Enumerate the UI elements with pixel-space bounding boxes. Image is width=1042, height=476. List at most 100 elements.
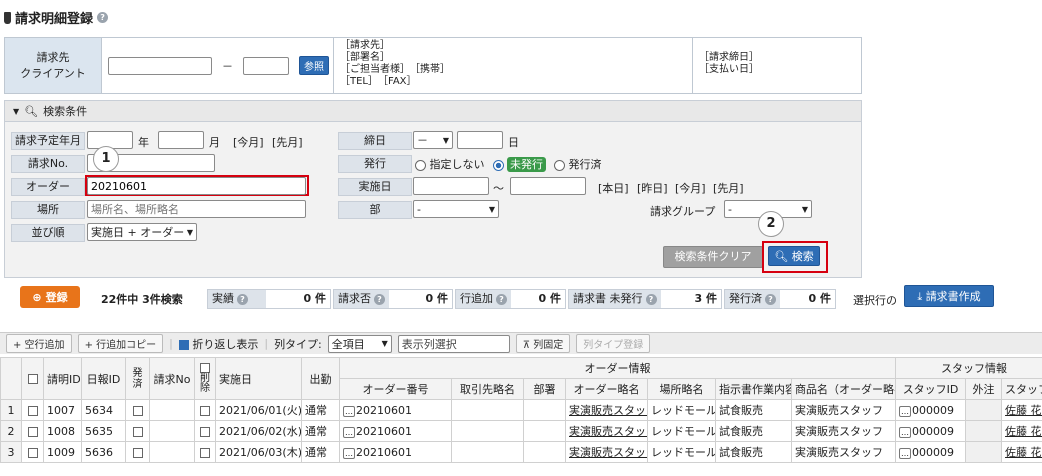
row-select-cell[interactable] bbox=[21, 399, 44, 421]
header-daily-id[interactable]: 日報ID bbox=[81, 357, 126, 400]
collapse-caret-icon[interactable]: ▼ bbox=[13, 107, 19, 116]
cell-daily-id[interactable]: 5634 bbox=[81, 399, 126, 421]
last-month-link[interactable]: [先月] bbox=[272, 134, 303, 150]
cell-outsourced[interactable] bbox=[965, 441, 1003, 463]
cell-attendance[interactable]: 通常 bbox=[301, 441, 340, 463]
cell-product[interactable]: 実演販売スタッフ bbox=[790, 399, 897, 421]
cell-impl-date[interactable]: 2021/06/03(木) bbox=[215, 441, 302, 463]
cell-impl-date[interactable]: 2021/06/01(火) bbox=[215, 399, 302, 421]
header-staff-name[interactable]: スタッフ名 bbox=[1001, 378, 1042, 400]
cell-outsourced[interactable] bbox=[965, 420, 1003, 442]
cell-instruction[interactable]: 試食販売 bbox=[715, 399, 792, 421]
cell-dept[interactable] bbox=[523, 399, 566, 421]
header-impl-date[interactable]: 実施日 bbox=[215, 357, 302, 400]
cell-client-short[interactable] bbox=[451, 399, 524, 421]
billing-month-input[interactable] bbox=[158, 131, 204, 149]
issue-option-unspecified[interactable]: 指定しない bbox=[415, 156, 485, 172]
cell-order-short[interactable]: 実演販売スタッフ bbox=[565, 441, 648, 463]
today-link[interactable]: [本日] bbox=[598, 180, 629, 196]
cell-attendance[interactable]: 通常 bbox=[301, 420, 340, 442]
place-input[interactable] bbox=[87, 200, 306, 218]
cell-order-no[interactable]: … 20210601 bbox=[339, 420, 452, 442]
cell-place-short[interactable]: レッドモール bbox=[647, 399, 716, 421]
cell-invoice-id[interactable]: 1009 bbox=[43, 441, 82, 463]
register-button[interactable]: ⊕ 登録 bbox=[20, 286, 80, 308]
impl-last-month-link[interactable]: [先月] bbox=[713, 180, 744, 196]
fix-column-button[interactable]: ⊼ 列固定 bbox=[515, 334, 571, 353]
header-client-short[interactable]: 取引先略名 bbox=[451, 378, 524, 400]
lookup-icon[interactable]: … bbox=[343, 426, 355, 438]
cell-staff-id[interactable]: … 000009 bbox=[895, 420, 967, 442]
cell-impl-date[interactable]: 2021/06/02(水) bbox=[215, 420, 302, 442]
help-icon[interactable]: ? bbox=[374, 293, 385, 305]
header-invoice-id[interactable]: 請明ID bbox=[43, 357, 82, 400]
select-all-header[interactable] bbox=[21, 357, 44, 400]
cell-daily-id[interactable]: 5636 bbox=[81, 441, 126, 463]
cell-staff-name[interactable]: 佐藤 花子 bbox=[1001, 399, 1042, 421]
order-input[interactable] bbox=[87, 177, 306, 195]
table-row[interactable]: 1 1007 5634 2021/06/01(火) 通常… 20210601 実演販売スタッ… bbox=[0, 399, 1042, 421]
cell-delete[interactable] bbox=[194, 420, 216, 442]
cell-order-no[interactable]: … 20210601 bbox=[339, 441, 452, 463]
header-staff-id[interactable]: スタッフID bbox=[895, 378, 967, 400]
lookup-icon[interactable]: … bbox=[899, 426, 912, 438]
header-order-short[interactable]: オーダー略名 bbox=[565, 378, 648, 400]
cell-invoice-id[interactable]: 1007 bbox=[43, 399, 82, 421]
search-panel-header[interactable]: ▼ 🔍︎ 検索条件 bbox=[5, 101, 861, 122]
impl-date-from-input[interactable] bbox=[413, 177, 489, 195]
dept-select[interactable]: - ▼ bbox=[413, 200, 499, 218]
impl-this-month-link[interactable]: [今月] bbox=[675, 180, 706, 196]
clear-search-button[interactable]: 検索条件クリア bbox=[663, 246, 763, 268]
header-product[interactable]: 商品名（オーダー略名） bbox=[790, 378, 897, 400]
create-invoice-button[interactable]: ⤓ 請求書作成 bbox=[904, 285, 994, 307]
cell-attendance[interactable]: 通常 bbox=[301, 399, 340, 421]
cell-invoice-no[interactable] bbox=[149, 399, 195, 421]
table-row[interactable]: 3 1009 5636 2021/06/03(木) 通常… 20210601 実演販売スタッ… bbox=[0, 441, 1042, 463]
cell-delete[interactable] bbox=[194, 441, 216, 463]
cell-instruction[interactable]: 試食販売 bbox=[715, 441, 792, 463]
cell-issued[interactable] bbox=[125, 399, 150, 421]
header-delete[interactable]: 削除 bbox=[194, 357, 216, 400]
header-place-short[interactable]: 場所略名 bbox=[647, 378, 716, 400]
cell-instruction[interactable]: 試食販売 bbox=[715, 420, 792, 442]
cell-invoice-id[interactable]: 1008 bbox=[43, 420, 82, 442]
lookup-icon[interactable]: … bbox=[343, 405, 355, 417]
header-order-no[interactable]: オーダー番号 bbox=[339, 378, 452, 400]
cell-staff-name[interactable]: 佐藤 花子 bbox=[1001, 441, 1042, 463]
lookup-icon[interactable]: … bbox=[899, 447, 912, 459]
cell-product[interactable]: 実演販売スタッフ bbox=[790, 420, 897, 442]
table-row[interactable]: 2 1008 5635 2021/06/02(水) 通常… 20210601 実演販売スタッ… bbox=[0, 420, 1042, 442]
cell-product[interactable]: 実演販売スタッフ bbox=[790, 441, 897, 463]
header-dept[interactable]: 部署 bbox=[523, 378, 566, 400]
cell-place-short[interactable]: レッドモール bbox=[647, 441, 716, 463]
reference-button[interactable]: 参照 bbox=[299, 56, 329, 75]
cell-client-short[interactable] bbox=[451, 420, 524, 442]
help-icon[interactable]: ? bbox=[645, 293, 657, 305]
issue-option-issued[interactable]: 発行済 bbox=[554, 156, 602, 172]
cell-invoice-no[interactable] bbox=[149, 420, 195, 442]
register-column-type-button[interactable]: 列タイプ登録 bbox=[576, 334, 651, 353]
cell-dept[interactable] bbox=[523, 441, 566, 463]
copy-row-button[interactable]: + 行追加コピー bbox=[77, 334, 164, 353]
this-month-link[interactable]: [今月] bbox=[233, 134, 264, 150]
lookup-icon[interactable]: … bbox=[899, 405, 912, 417]
header-attendance[interactable]: 出勤 bbox=[301, 357, 340, 400]
cell-daily-id[interactable]: 5635 bbox=[81, 420, 126, 442]
cell-outsourced[interactable] bbox=[965, 399, 1003, 421]
cell-staff-name[interactable]: 佐藤 花子 bbox=[1001, 420, 1042, 442]
cell-client-short[interactable] bbox=[451, 441, 524, 463]
cell-issued[interactable] bbox=[125, 420, 150, 442]
closing-day-input[interactable] bbox=[457, 131, 503, 149]
help-icon[interactable]: ? bbox=[496, 293, 507, 305]
cell-staff-id[interactable]: … 000009 bbox=[895, 441, 967, 463]
yesterday-link[interactable]: [昨日] bbox=[637, 180, 668, 196]
row-select-cell[interactable] bbox=[21, 441, 44, 463]
wrap-toggle[interactable]: 折り返し表示 bbox=[178, 336, 258, 352]
add-empty-row-button[interactable]: + 空行追加 bbox=[6, 334, 72, 353]
cell-dept[interactable] bbox=[523, 420, 566, 442]
cell-issued[interactable] bbox=[125, 441, 150, 463]
column-type-select[interactable]: 全項目 ▼ bbox=[327, 334, 392, 353]
header-issued[interactable]: 発済 bbox=[125, 357, 150, 400]
sort-select[interactable]: 実施日 + オーダー ▼ bbox=[87, 223, 197, 241]
client-sub-input[interactable] bbox=[243, 56, 289, 75]
